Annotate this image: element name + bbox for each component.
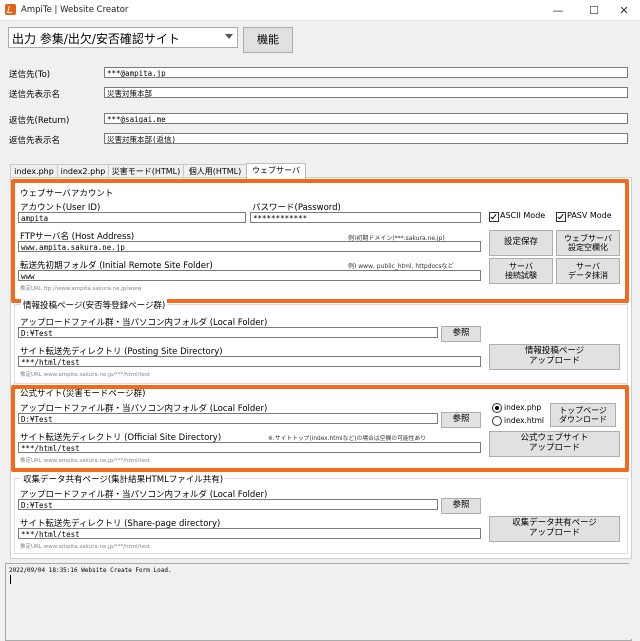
posting-local-input[interactable]: D:¥Test bbox=[18, 327, 438, 338]
close-icon: ✕ bbox=[619, 3, 629, 17]
index-html-radio[interactable] bbox=[492, 416, 502, 426]
ftp-input[interactable]: www.ampita.sakura.ne.jp bbox=[18, 241, 481, 252]
share-local-input[interactable]: D:¥Test bbox=[18, 499, 438, 510]
official-browse-button[interactable]: 参照 bbox=[441, 412, 481, 428]
pasv-mode-checkbox[interactable] bbox=[556, 212, 566, 222]
tab-web-server[interactable]: ウェブサーバ bbox=[246, 163, 306, 179]
return-display-label: 返信先表示名 bbox=[9, 136, 61, 146]
return-input[interactable]: ***@saigai.me bbox=[104, 113, 628, 124]
share-url-hint: 推定URL www.ampita.sakura.ne.jp/***/html/t… bbox=[20, 544, 151, 550]
maximize-icon: ☐ bbox=[589, 3, 599, 17]
official-upload-button[interactable]: 公式ウェブサイト アップロード bbox=[489, 431, 620, 457]
window-title: AmpiTe | Website Creator bbox=[21, 5, 129, 15]
chevron-down-icon bbox=[225, 34, 233, 39]
clear-settings-label-1: ウェブサーバ bbox=[564, 233, 612, 243]
function-button[interactable]: 機能 bbox=[243, 27, 293, 53]
minimize-button[interactable]: — bbox=[542, 0, 574, 20]
download-label-2: ダウンロード bbox=[559, 415, 607, 424]
mode-select-value: 出力 参集/出欠/安否確認サイト bbox=[12, 32, 180, 46]
delete-data-button[interactable]: サーバ データ抹消 bbox=[556, 258, 620, 284]
maximize-button[interactable]: ☐ bbox=[578, 0, 610, 20]
to-display-input[interactable]: 災害対策本部 bbox=[104, 87, 628, 98]
log-scrollbar[interactable] bbox=[629, 563, 639, 639]
to-display-label: 送信先表示名 bbox=[9, 90, 61, 100]
account-url-hint: 推定URL ftp://www.ampita.sakura.ne.jp/www bbox=[20, 286, 142, 292]
official-group-title: 公式サイト(災害モードページ群) bbox=[20, 389, 146, 399]
posting-group-title: 情報投稿ページ(安否等登録ページ群) bbox=[21, 299, 168, 311]
clear-settings-button[interactable]: ウェブサーバ 設定空欄化 bbox=[556, 230, 620, 256]
download-label-1: トップページ bbox=[559, 405, 607, 415]
connection-test-label-2: 接続試験 bbox=[505, 271, 537, 280]
delete-data-label-2: データ抹消 bbox=[568, 271, 608, 280]
share-upload-label-2: アップロード bbox=[528, 528, 580, 538]
close-button[interactable]: ✕ bbox=[608, 0, 640, 20]
share-browse-button[interactable]: 参照 bbox=[441, 498, 481, 514]
official-url-hint: 推定URL www.ampita.sakura.ne.jp/***/html/t… bbox=[20, 458, 151, 464]
mode-select[interactable]: 出力 参集/出欠/安否確認サイト bbox=[8, 27, 238, 48]
tab-index2-php[interactable]: index2.php bbox=[57, 164, 109, 178]
delete-data-label-1: サーバ bbox=[576, 261, 600, 271]
app-logo-icon bbox=[5, 4, 16, 15]
top-page-download-button[interactable]: トップページ ダウンロード bbox=[550, 403, 616, 427]
official-site-note: ※.サイトトップ(index.htmlなど)の場合は空欄の可能性あり bbox=[268, 436, 427, 442]
tab-disaster-mode[interactable]: 災害モード(HTML) bbox=[108, 164, 184, 178]
posting-upload-button[interactable]: 情報投稿ページ アップロード bbox=[489, 344, 620, 370]
connection-test-button[interactable]: サーバ 接続試験 bbox=[489, 258, 553, 284]
title-bar: AmpiTe | Website Creator — ☐ ✕ bbox=[0, 0, 640, 21]
index-html-label: index.html bbox=[504, 416, 544, 425]
log-line: 2022/09/04 18:35:16 Website Create Form … bbox=[9, 567, 172, 574]
log-textarea[interactable]: 2022/09/04 18:35:16 Website Create Form … bbox=[5, 563, 632, 641]
minimize-icon: — bbox=[552, 3, 564, 17]
remote-folder-hint: 例) www, public_html, httpdocsなど bbox=[348, 263, 454, 270]
connection-test-label-1: サーバ bbox=[509, 261, 533, 271]
posting-url-hint: 推定URL www.ampita.sakura.ne.jp/***/html/t… bbox=[20, 372, 151, 378]
pasv-mode-label: PASV Mode bbox=[567, 211, 612, 220]
to-input[interactable]: ***@ampita.jp bbox=[104, 67, 628, 78]
share-group-title: 収集データ共有ページ(集計結果HTMLファイル共有) bbox=[21, 473, 226, 485]
share-site-input[interactable]: ***/html/test bbox=[18, 528, 481, 539]
remote-folder-input[interactable]: www bbox=[18, 270, 481, 281]
index-php-radio[interactable] bbox=[492, 403, 502, 413]
clear-settings-label-2: 設定空欄化 bbox=[568, 243, 608, 252]
posting-site-input[interactable]: ***/html/test bbox=[18, 356, 481, 367]
account-group-title: ウェブサーバアカウント bbox=[20, 189, 114, 199]
tab-personal[interactable]: 個人用(HTML) bbox=[183, 164, 247, 178]
posting-browse-button[interactable]: 参照 bbox=[441, 326, 481, 342]
share-upload-button[interactable]: 収集データ共有ページ アップロード bbox=[489, 516, 620, 542]
ascii-mode-label: ASCII Mode bbox=[500, 211, 546, 220]
text-caret bbox=[10, 575, 11, 584]
official-local-input[interactable]: D:¥Test bbox=[18, 413, 438, 424]
ascii-mode-checkbox[interactable] bbox=[489, 212, 499, 222]
official-upload-label-2: アップロード bbox=[528, 443, 580, 453]
account-input[interactable]: ampita bbox=[18, 212, 246, 223]
password-input[interactable]: ************ bbox=[250, 212, 481, 223]
save-settings-button[interactable]: 設定保存 bbox=[489, 230, 553, 256]
official-site-input[interactable]: ***/html/test bbox=[18, 442, 481, 453]
to-label: 送信先(To) bbox=[9, 70, 51, 80]
return-display-input[interactable]: 災害対策本部(返信) bbox=[104, 133, 628, 144]
index-php-label: index.php bbox=[504, 403, 542, 412]
posting-upload-label-2: アップロード bbox=[528, 356, 580, 366]
tab-index-php[interactable]: index.php bbox=[10, 164, 58, 178]
return-label: 返信先(Return) bbox=[9, 116, 70, 126]
